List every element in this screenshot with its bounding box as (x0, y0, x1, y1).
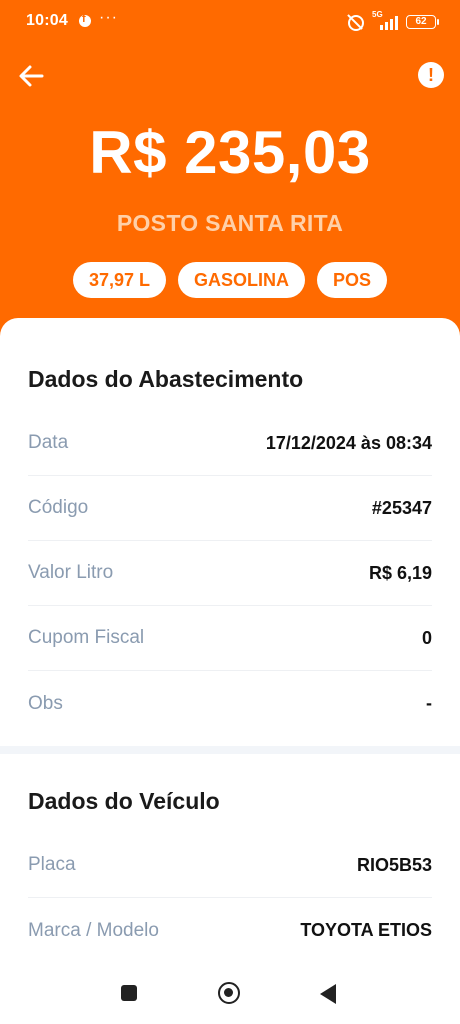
battery-icon: 62 (406, 15, 439, 29)
liters-badge: 37,97 L (72, 262, 166, 298)
status-indicators: 5G 62 (346, 10, 439, 31)
detail-row-plate: Placa RIO5B53 (28, 833, 432, 898)
fueling-section: Dados do Abastecimento Data 17/12/2024 à… (0, 318, 460, 736)
signal-icon: 5G (372, 10, 398, 30)
row-label: Placa (28, 854, 76, 875)
row-label: Valor Litro (28, 562, 114, 583)
row-value: #25347 (371, 497, 432, 518)
row-value: 17/12/2024 às 08:34 (265, 432, 432, 453)
detail-row-fiscal-receipt: Cupom Fiscal 0 (28, 606, 432, 671)
row-value: RIO5B53 (356, 854, 432, 875)
detail-row-model: Marca / Modelo TOYOTA ETIOS (28, 898, 432, 963)
vehicle-section: Dados do Veículo Placa RIO5B53 Marca / M… (0, 754, 460, 963)
details-card: Dados do Abastecimento Data 17/12/2024 à… (0, 318, 460, 1024)
detail-row-price-per-liter: Valor Litro R$ 6,19 (28, 541, 432, 606)
row-value: - (426, 693, 432, 713)
row-value: TOYOTA ETIOS (300, 920, 432, 940)
transaction-amount: R$ 235,03 (89, 119, 371, 186)
vehicle-section-title: Dados do Veículo (28, 788, 220, 814)
fueling-section-title: Dados do Abastecimento (28, 366, 304, 392)
row-label: Código (28, 497, 89, 518)
row-label: Data (28, 432, 69, 453)
row-label: Obs (28, 692, 63, 714)
row-label: Marca / Modelo (28, 919, 159, 941)
transaction-tags: 37,97 L GASOLINA POS (0, 262, 460, 298)
row-value: 0 (421, 627, 432, 648)
home-icon[interactable] (218, 982, 240, 1004)
recent-apps-icon[interactable] (121, 985, 137, 1001)
status-time: 10:04 (26, 12, 68, 29)
section-divider (0, 746, 460, 754)
alert-info-icon[interactable]: ! (418, 62, 444, 88)
detail-row-date: Data 17/12/2024 às 08:34 (28, 411, 432, 476)
payment-method-badge: POS (317, 262, 388, 298)
station-name: POSTO SANTA RITA (116, 210, 344, 236)
system-back-icon[interactable] (320, 984, 336, 1004)
fuel-type-badge: GASOLINA (178, 262, 306, 298)
row-value: R$ 6,19 (368, 562, 432, 583)
status-bar: 10:04 ··· 5G 62 (0, 0, 460, 46)
facebook-notification-icon (79, 13, 91, 27)
system-nav-bar (0, 962, 460, 1024)
row-label: Cupom Fiscal (28, 627, 145, 648)
back-arrow-icon[interactable] (16, 60, 48, 92)
more-notifications-icon: ··· (99, 9, 118, 26)
detail-row-code: Código #25347 (28, 476, 432, 541)
detail-row-notes: Obs - (28, 671, 432, 736)
alarm-off-icon (346, 13, 364, 31)
